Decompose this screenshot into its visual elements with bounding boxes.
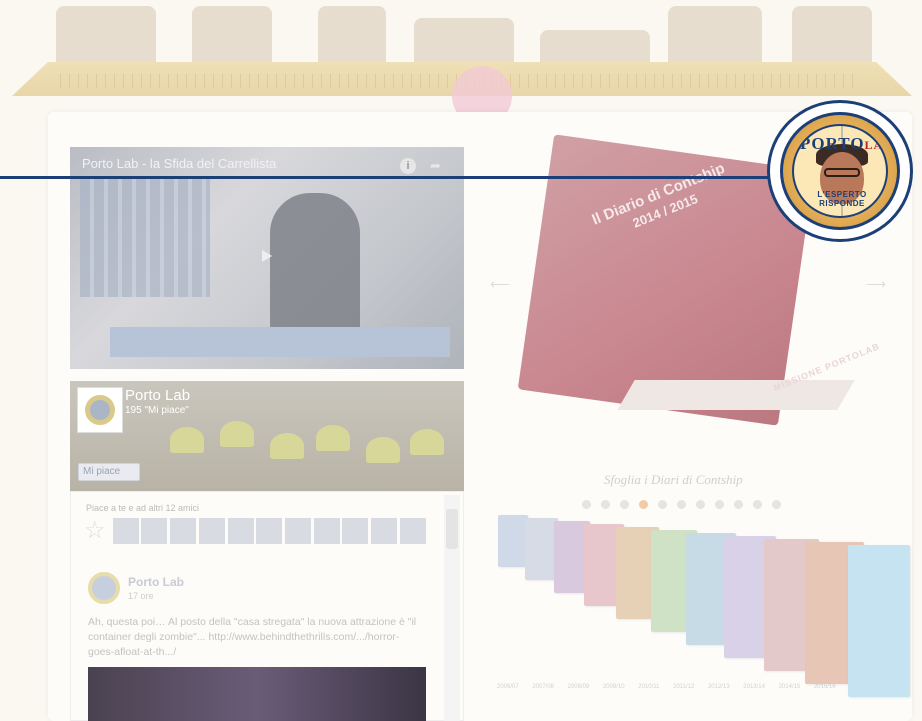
carousel-dot[interactable] (639, 500, 648, 509)
diary-year-label[interactable]: 2011/12 (673, 684, 694, 690)
facebook-likes-count: 195 "Mi piace" (125, 405, 189, 416)
post-text: Ah, questa poi… Al posto della "casa str… (88, 616, 417, 658)
friend-avatar[interactable] (170, 518, 196, 544)
friend-avatar[interactable] (342, 518, 368, 544)
badge-core: PORTOLAB L'ESPERTO RISPONDE (792, 124, 888, 218)
friend-avatar[interactable] (371, 518, 397, 544)
diary-year-label[interactable]: 2014/15 (779, 684, 801, 690)
carousel-dot[interactable] (658, 500, 667, 509)
banner-figure-family (792, 6, 872, 68)
friend-avatar[interactable] (314, 518, 340, 544)
carousel-dot[interactable] (601, 500, 610, 509)
diari-title: Sfoglia i Diari di Contship (604, 472, 743, 487)
facebook-like-button[interactable]: Mi piace (78, 463, 140, 481)
diary-year-label[interactable]: 2006/07 (497, 684, 519, 690)
banner-figure-building (192, 6, 272, 68)
diary-year-label[interactable]: 2012/13 (708, 684, 730, 690)
carousel-dot[interactable] (620, 500, 629, 509)
carousel-dot[interactable] (696, 500, 705, 509)
play-icon[interactable] (262, 250, 272, 262)
portolab-logo-icon (85, 395, 115, 425)
timeline-scrollbar[interactable] (444, 495, 460, 721)
friend-avatar[interactable] (256, 518, 282, 544)
video-frame-table (110, 327, 450, 357)
diary-cover-thumb[interactable] (498, 515, 528, 567)
carousel-dot[interactable] (582, 500, 591, 509)
video-title[interactable]: Porto Lab - la Sfida del Carrellista (82, 156, 276, 171)
friend-avatar[interactable] (113, 518, 139, 544)
diary-cover-thumb[interactable] (848, 545, 910, 697)
friend-avatar[interactable] (199, 518, 225, 544)
banner-figure-group (668, 6, 762, 68)
friend-avatar[interactable] (285, 518, 311, 544)
badge-ring: PORTOLAB L'ESPERTO RISPONDE (780, 112, 900, 230)
diary-year-label[interactable]: 2008/09 (568, 684, 590, 690)
diary-book-pages (617, 380, 855, 410)
badge-bottom-text: L'ESPERTO RISPONDE (817, 190, 867, 208)
post-author[interactable]: Porto Lab (128, 575, 184, 589)
diary-years: 2006/07 2007/08 2008/09 2009/10 2010/11 2011/… (497, 684, 871, 690)
facebook-page-avatar[interactable] (77, 387, 123, 433)
badge-portrait-glasses (824, 168, 860, 177)
banner-figure-crane (414, 18, 514, 68)
diary-year-label[interactable]: 2007/08 (532, 684, 554, 690)
post-author-avatar[interactable] (88, 572, 120, 604)
diary-year-label[interactable]: 2015/16 (814, 684, 836, 690)
badge-top-accent: LAB (864, 138, 886, 152)
facebook-friends-text: Piace a te e ad altri 12 amici (86, 503, 200, 513)
cover-helmet (410, 429, 444, 455)
facebook-like-label: Mi piace (83, 466, 121, 477)
banner-figure-people (56, 6, 156, 68)
carousel-dot[interactable] (753, 500, 762, 509)
facebook-page-name[interactable]: Porto Lab (125, 387, 190, 404)
cover-helmet (316, 425, 350, 451)
friend-avatar[interactable] (400, 518, 426, 544)
cover-helmet (366, 437, 400, 463)
info-icon[interactable]: i (400, 158, 416, 174)
arrow-left-icon[interactable]: ⟵ (490, 276, 510, 293)
diary-year-label[interactable]: 2013/14 (743, 684, 765, 690)
badge-connector-line (0, 176, 776, 179)
cover-helmet (270, 433, 304, 459)
diary-year-label[interactable]: 2009/10 (603, 684, 625, 690)
video-frame-shelves (80, 177, 210, 297)
carousel-dot[interactable] (715, 500, 724, 509)
carousel-dot[interactable] (677, 500, 686, 509)
cover-helmet (170, 427, 204, 453)
badge-top-text: PORTOLAB (800, 134, 886, 154)
carousel-dot[interactable] (772, 500, 781, 509)
arrow-right-icon[interactable]: ⟶ (866, 276, 886, 293)
esperto-risponde-badge[interactable]: PORTOLAB L'ESPERTO RISPONDE (767, 100, 913, 242)
scrollbar-thumb[interactable] (446, 509, 458, 549)
post-image[interactable] (88, 667, 426, 721)
carousel-dot[interactable] (734, 500, 743, 509)
star-icon: ☆ (84, 517, 106, 544)
cover-helmet (220, 421, 254, 447)
badge-top-word: PORTO (800, 134, 865, 153)
friend-avatar[interactable] (141, 518, 167, 544)
share-icon[interactable]: ➦ (430, 158, 446, 174)
friend-avatar[interactable] (228, 518, 254, 544)
banner-figure-port (540, 30, 650, 64)
video-frame-person (270, 193, 360, 343)
post-time[interactable]: 17 ore (128, 591, 154, 601)
banner-figure-worker (318, 6, 386, 68)
top-banner (0, 0, 922, 126)
diary-year-label[interactable]: 2010/11 (638, 684, 659, 690)
